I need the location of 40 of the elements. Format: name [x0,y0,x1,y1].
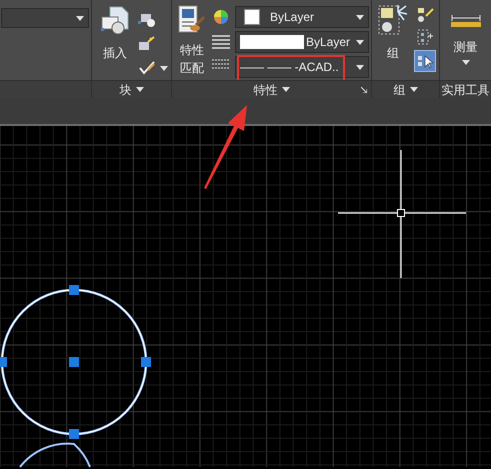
ungroup-icon[interactable] [416,6,434,24]
caret-icon [462,60,470,65]
panel-title[interactable]: 特性 [254,84,278,96]
linetype-icon[interactable] [212,59,230,71]
circle-drawing[interactable] [0,285,151,439]
panel-title[interactable]: 块 [120,84,132,96]
crosshair-cursor-icon [337,149,467,279]
insert-block-icon [100,6,130,36]
panel-title[interactable]: 组 [394,84,406,96]
arc-drawing [19,442,91,468]
lineweight-icon[interactable] [212,35,230,49]
caret-icon [410,87,418,92]
dialog-launcher-icon[interactable] [361,87,367,93]
color-swatch [244,9,260,25]
property-dropdown[interactable]: —— —— -ACAD.. [235,56,369,78]
caret-icon [76,16,84,20]
match-properties-button[interactable]: 特性匹配 [177,5,207,80]
group-button[interactable]: 组 [378,4,408,80]
edit-attributes-icon[interactable] [138,60,156,76]
ruler-icon [450,14,480,28]
measure-button[interactable]: 测量 [450,14,480,65]
group-selection-toggle[interactable] [414,50,436,72]
edit-block-icon[interactable] [138,36,156,52]
preview-bar [240,35,304,49]
group-icon [378,4,408,36]
caret-icon [356,64,364,70]
group-edit-icon[interactable] [416,28,434,46]
caret-icon [136,87,144,92]
caret-icon [356,40,364,44]
color-wheel-icon[interactable] [213,9,229,25]
insert-button[interactable]: 插入 [98,6,132,80]
create-block-icon[interactable] [138,12,156,28]
dropdown-field[interactable] [1,8,89,28]
caret-icon [356,14,364,20]
panel-title[interactable]: 实用工具 [442,84,490,96]
property-dropdown[interactable]: ByLayer [235,6,369,28]
caret-icon [160,66,168,70]
property-dropdown[interactable]: ByLayer [235,31,369,53]
caret-icon [282,87,290,92]
selection-cursor-icon [417,53,433,69]
